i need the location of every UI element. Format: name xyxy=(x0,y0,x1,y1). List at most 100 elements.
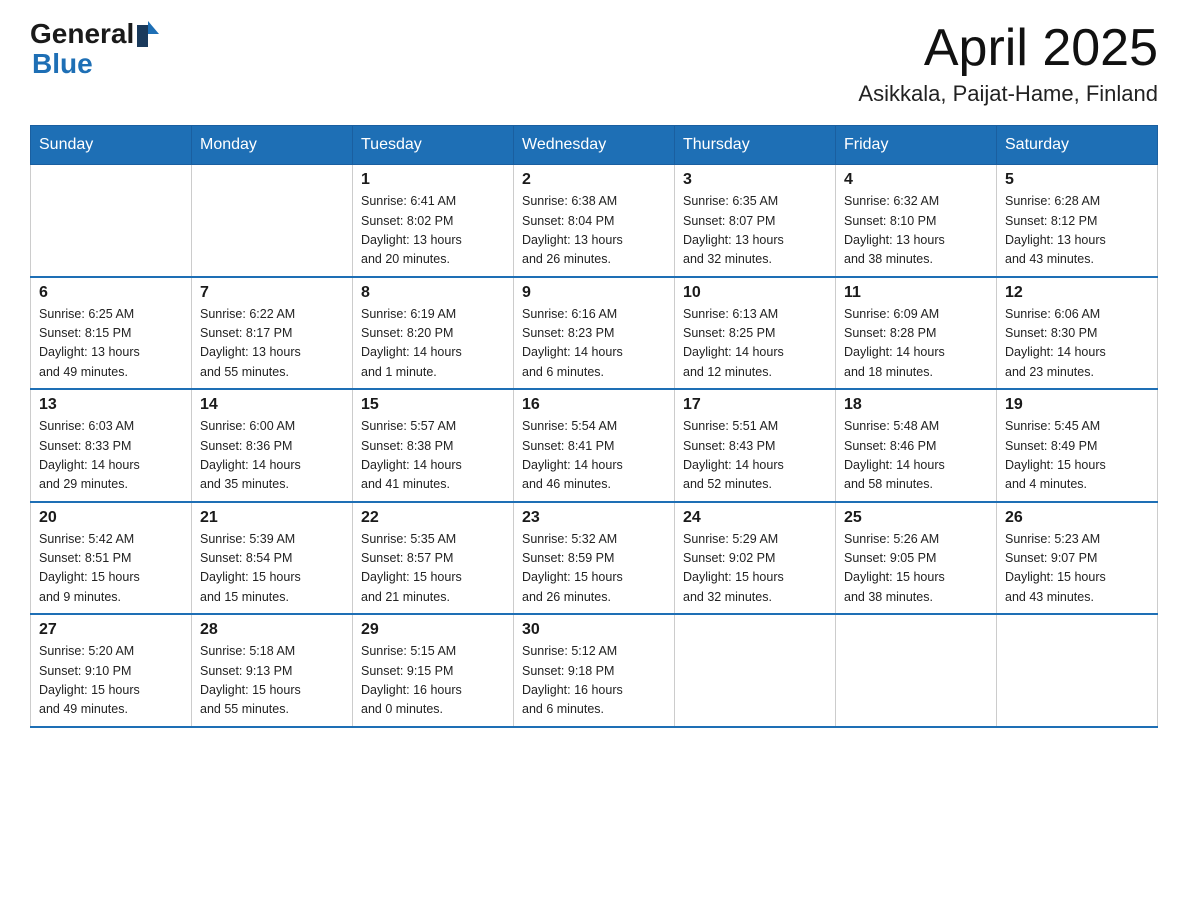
day-number: 21 xyxy=(200,509,344,527)
calendar-cell: 16 Sunrise: 5:54 AMSunset: 8:41 PMDayligh… xyxy=(514,389,675,502)
main-title: April 2025 xyxy=(858,20,1158,77)
day-number: 15 xyxy=(361,396,505,414)
day-info: Sunrise: 6:35 AMSunset: 8:07 PMDaylight:… xyxy=(683,192,827,270)
day-number: 30 xyxy=(522,621,666,639)
calendar-cell xyxy=(836,614,997,727)
day-number: 26 xyxy=(1005,509,1149,527)
day-info: Sunrise: 6:28 AMSunset: 8:12 PMDaylight:… xyxy=(1005,192,1149,270)
day-number: 7 xyxy=(200,284,344,302)
day-info: Sunrise: 6:06 AMSunset: 8:30 PMDaylight:… xyxy=(1005,305,1149,383)
calendar-cell: 15Sunrise: 5:57 AMSunset: 8:38 PMDayligh… xyxy=(353,389,514,502)
logo-blue: Blue xyxy=(30,50,93,78)
calendar-cell: 5 Sunrise: 6:28 AMSunset: 8:12 PMDaylight… xyxy=(997,165,1158,277)
day-number: 29 xyxy=(361,621,505,639)
page-header: General Blue April 2025 Asikkala, Paijat… xyxy=(30,20,1158,107)
day-info: Sunrise: 6:09 AMSunset: 8:28 PMDaylight:… xyxy=(844,305,988,383)
day-info: Sunrise: 5:26 AMSunset: 9:05 PMDaylight:… xyxy=(844,530,988,608)
day-number: 20 xyxy=(39,509,183,527)
logo-icon xyxy=(137,21,159,47)
calendar-cell: 1 Sunrise: 6:41 AMSunset: 8:02 PMDaylight… xyxy=(353,165,514,277)
calendar-cell: 18 Sunrise: 5:48 AMSunset: 8:46 PMDayligh… xyxy=(836,389,997,502)
day-number: 9 xyxy=(522,284,666,302)
day-info: Sunrise: 5:18 AMSunset: 9:13 PMDaylight:… xyxy=(200,642,344,720)
calendar-cell: 19Sunrise: 5:45 AMSunset: 8:49 PMDayligh… xyxy=(997,389,1158,502)
calendar-cell: 12 Sunrise: 6:06 AMSunset: 8:30 PMDayligh… xyxy=(997,277,1158,390)
logo: General Blue xyxy=(30,20,159,78)
day-info: Sunrise: 6:13 AMSunset: 8:25 PMDaylight:… xyxy=(683,305,827,383)
day-number: 8 xyxy=(361,284,505,302)
subtitle: Asikkala, Paijat-Hame, Finland xyxy=(858,81,1158,107)
calendar-cell: 11 Sunrise: 6:09 AMSunset: 8:28 PMDayligh… xyxy=(836,277,997,390)
day-info: Sunrise: 5:20 AMSunset: 9:10 PMDaylight:… xyxy=(39,642,183,720)
calendar-cell xyxy=(192,165,353,277)
calendar-header-monday: Monday xyxy=(192,126,353,165)
calendar-week-4: 20 Sunrise: 5:42 AMSunset: 8:51 PMDayligh… xyxy=(31,502,1158,615)
day-number: 18 xyxy=(844,396,988,414)
day-number: 12 xyxy=(1005,284,1149,302)
calendar-header-friday: Friday xyxy=(836,126,997,165)
calendar-header-saturday: Saturday xyxy=(997,126,1158,165)
calendar-cell: 2Sunrise: 6:38 AMSunset: 8:04 PMDaylight… xyxy=(514,165,675,277)
day-info: Sunrise: 6:22 AMSunset: 8:17 PMDaylight:… xyxy=(200,305,344,383)
calendar-week-3: 13Sunrise: 6:03 AMSunset: 8:33 PMDayligh… xyxy=(31,389,1158,502)
day-info: Sunrise: 5:51 AMSunset: 8:43 PMDaylight:… xyxy=(683,417,827,495)
day-info: Sunrise: 6:03 AMSunset: 8:33 PMDaylight:… xyxy=(39,417,183,495)
day-number: 16 xyxy=(522,396,666,414)
day-info: Sunrise: 6:41 AMSunset: 8:02 PMDaylight:… xyxy=(361,192,505,270)
day-info: Sunrise: 5:15 AMSunset: 9:15 PMDaylight:… xyxy=(361,642,505,720)
calendar-header-wednesday: Wednesday xyxy=(514,126,675,165)
calendar-cell: 23Sunrise: 5:32 AMSunset: 8:59 PMDayligh… xyxy=(514,502,675,615)
calendar-cell: 8 Sunrise: 6:19 AMSunset: 8:20 PMDaylight… xyxy=(353,277,514,390)
day-info: Sunrise: 5:23 AMSunset: 9:07 PMDaylight:… xyxy=(1005,530,1149,608)
day-info: Sunrise: 5:48 AMSunset: 8:46 PMDaylight:… xyxy=(844,417,988,495)
day-info: Sunrise: 5:42 AMSunset: 8:51 PMDaylight:… xyxy=(39,530,183,608)
day-info: Sunrise: 6:32 AMSunset: 8:10 PMDaylight:… xyxy=(844,192,988,270)
calendar-cell: 26 Sunrise: 5:23 AMSunset: 9:07 PMDayligh… xyxy=(997,502,1158,615)
calendar-header-sunday: Sunday xyxy=(31,126,192,165)
calendar-header-tuesday: Tuesday xyxy=(353,126,514,165)
calendar-cell: 29 Sunrise: 5:15 AMSunset: 9:15 PMDayligh… xyxy=(353,614,514,727)
day-number: 25 xyxy=(844,509,988,527)
day-info: Sunrise: 5:54 AMSunset: 8:41 PMDaylight:… xyxy=(522,417,666,495)
calendar-cell: 25 Sunrise: 5:26 AMSunset: 9:05 PMDayligh… xyxy=(836,502,997,615)
calendar-cell: 10 Sunrise: 6:13 AMSunset: 8:25 PMDayligh… xyxy=(675,277,836,390)
day-number: 5 xyxy=(1005,171,1149,189)
calendar-cell: 13Sunrise: 6:03 AMSunset: 8:33 PMDayligh… xyxy=(31,389,192,502)
day-number: 28 xyxy=(200,621,344,639)
day-info: Sunrise: 6:00 AMSunset: 8:36 PMDaylight:… xyxy=(200,417,344,495)
logo-general: General xyxy=(30,20,159,48)
day-info: Sunrise: 6:19 AMSunset: 8:20 PMDaylight:… xyxy=(361,305,505,383)
title-section: April 2025 Asikkala, Paijat-Hame, Finlan… xyxy=(858,20,1158,107)
calendar-cell: 28 Sunrise: 5:18 AMSunset: 9:13 PMDayligh… xyxy=(192,614,353,727)
day-info: Sunrise: 6:25 AMSunset: 8:15 PMDaylight:… xyxy=(39,305,183,383)
calendar-week-1: 1 Sunrise: 6:41 AMSunset: 8:02 PMDaylight… xyxy=(31,165,1158,277)
day-number: 1 xyxy=(361,171,505,189)
day-info: Sunrise: 5:12 AMSunset: 9:18 PMDaylight:… xyxy=(522,642,666,720)
calendar-header-thursday: Thursday xyxy=(675,126,836,165)
calendar-cell: 7 Sunrise: 6:22 AMSunset: 8:17 PMDaylight… xyxy=(192,277,353,390)
calendar-cell xyxy=(997,614,1158,727)
calendar-cell: 6 Sunrise: 6:25 AMSunset: 8:15 PMDaylight… xyxy=(31,277,192,390)
day-number: 2 xyxy=(522,171,666,189)
day-info: Sunrise: 5:29 AMSunset: 9:02 PMDaylight:… xyxy=(683,530,827,608)
day-number: 24 xyxy=(683,509,827,527)
day-number: 4 xyxy=(844,171,988,189)
day-info: Sunrise: 5:39 AMSunset: 8:54 PMDaylight:… xyxy=(200,530,344,608)
calendar-cell: 27Sunrise: 5:20 AMSunset: 9:10 PMDayligh… xyxy=(31,614,192,727)
calendar-cell: 22Sunrise: 5:35 AMSunset: 8:57 PMDayligh… xyxy=(353,502,514,615)
day-info: Sunrise: 5:35 AMSunset: 8:57 PMDaylight:… xyxy=(361,530,505,608)
calendar-table: SundayMondayTuesdayWednesdayThursdayFrid… xyxy=(30,125,1158,728)
day-number: 11 xyxy=(844,284,988,302)
day-number: 3 xyxy=(683,171,827,189)
calendar-week-5: 27Sunrise: 5:20 AMSunset: 9:10 PMDayligh… xyxy=(31,614,1158,727)
day-number: 10 xyxy=(683,284,827,302)
day-number: 14 xyxy=(200,396,344,414)
day-number: 23 xyxy=(522,509,666,527)
calendar-cell: 9 Sunrise: 6:16 AMSunset: 8:23 PMDaylight… xyxy=(514,277,675,390)
day-info: Sunrise: 6:16 AMSunset: 8:23 PMDaylight:… xyxy=(522,305,666,383)
calendar-week-2: 6 Sunrise: 6:25 AMSunset: 8:15 PMDaylight… xyxy=(31,277,1158,390)
calendar-header-row: SundayMondayTuesdayWednesdayThursdayFrid… xyxy=(31,126,1158,165)
day-number: 6 xyxy=(39,284,183,302)
calendar-cell: 4 Sunrise: 6:32 AMSunset: 8:10 PMDaylight… xyxy=(836,165,997,277)
calendar-cell: 3 Sunrise: 6:35 AMSunset: 8:07 PMDaylight… xyxy=(675,165,836,277)
